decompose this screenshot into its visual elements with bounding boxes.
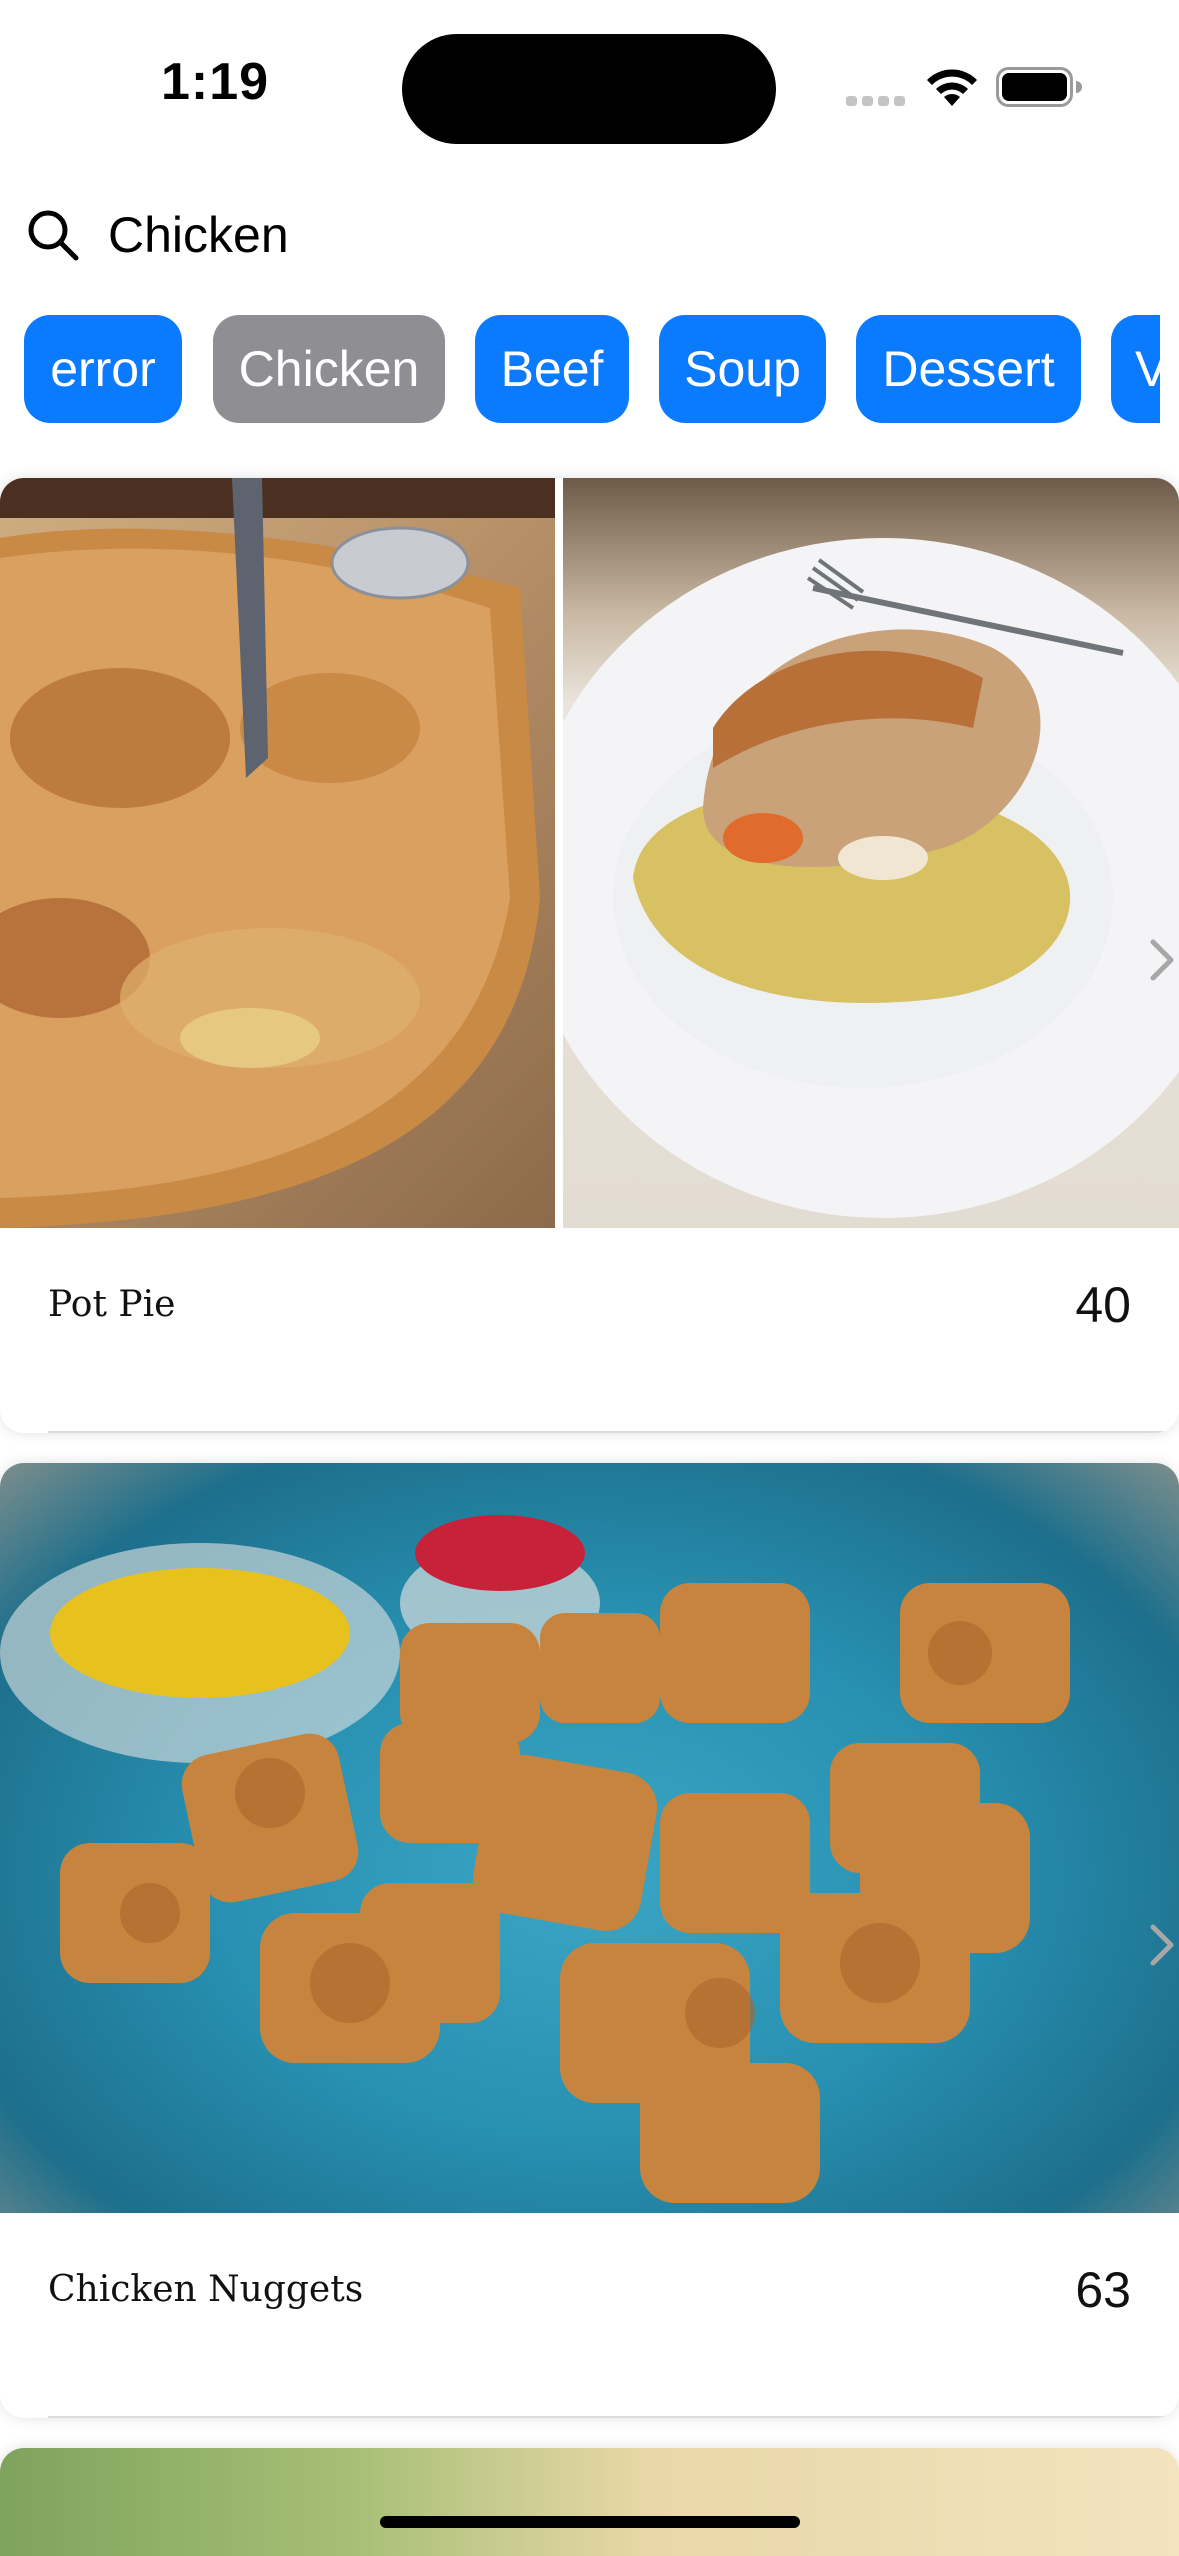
category-chip-error[interactable]: error (24, 315, 182, 423)
recipe-card[interactable] (0, 2448, 1179, 2556)
search-input[interactable] (108, 200, 1148, 270)
status-bar: 1:19 (0, 0, 1179, 170)
category-chip-dessert[interactable]: Dessert (856, 315, 1081, 423)
category-chip-soup[interactable]: Soup (659, 315, 826, 423)
status-time: 1:19 (160, 53, 270, 111)
wifi-icon (927, 69, 977, 106)
category-chip-partial[interactable]: V (1111, 315, 1160, 423)
recipe-photo (523, 478, 1179, 1228)
recipe-count: 63 (1075, 2262, 1131, 2318)
category-chip-row: error Chicken Beef Soup Dessert V (0, 315, 1160, 425)
recipe-photo (0, 1463, 1179, 2213)
recipe-count: 40 (1075, 1277, 1131, 1333)
recipe-photos (0, 478, 1179, 1228)
chevron-right-icon (1150, 1924, 1174, 1966)
recipe-photo (0, 2448, 1179, 2556)
recipe-name: Pot Pie (48, 1284, 176, 1325)
signal-icon (846, 96, 906, 106)
home-indicator[interactable] (380, 2516, 800, 2528)
recipe-card[interactable]: Pot Pie 40 (0, 478, 1179, 1433)
category-chip-beef[interactable]: Beef (475, 315, 629, 423)
search-icon (28, 210, 79, 261)
dynamic-island (402, 34, 776, 144)
chevron-right-icon (1150, 939, 1174, 981)
recipe-footer: Chicken Nuggets 63 (0, 2213, 1179, 2418)
recipe-name: Chicken Nuggets (48, 2269, 364, 2310)
recipe-photo (0, 478, 555, 1228)
category-chip-chicken[interactable]: Chicken (213, 315, 445, 423)
recipe-photos (0, 1463, 1179, 2213)
divider (48, 1431, 1179, 1433)
battery-icon (996, 67, 1082, 107)
recipe-card[interactable]: Chicken Nuggets 63 (0, 1463, 1179, 2418)
recipe-footer: Pot Pie 40 (0, 1228, 1179, 1433)
divider (48, 2416, 1179, 2418)
search-bar (0, 190, 1179, 280)
